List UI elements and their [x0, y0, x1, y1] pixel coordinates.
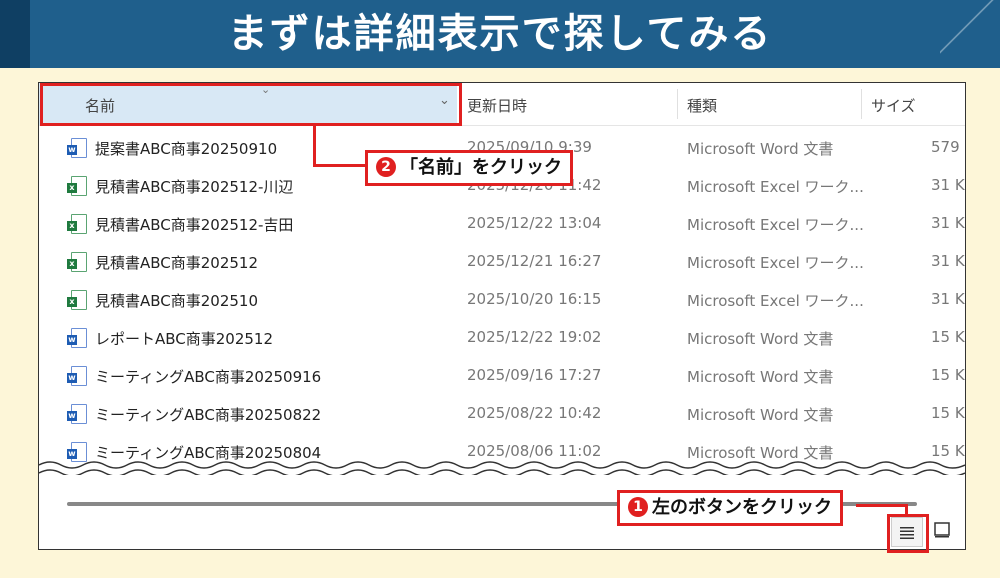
- file-type: Microsoft Word 文書: [687, 368, 834, 386]
- file-name: 見積書ABC商事202510: [95, 292, 259, 310]
- file-size: 31 K: [931, 176, 965, 194]
- step-number-badge: 1: [628, 497, 648, 517]
- file-date: 2025/09/16 17:27: [467, 366, 602, 384]
- file-name: 見積書ABC商事202512-川辺: [95, 178, 294, 196]
- excel-icon: x: [67, 176, 87, 196]
- file-type: Microsoft Excel ワーク...: [687, 178, 864, 196]
- file-size: 579 K: [931, 138, 965, 156]
- file-size: 31 K: [931, 290, 965, 308]
- column-header-type[interactable]: 種類: [687, 95, 717, 116]
- file-date: 2025/08/06 11:02: [467, 442, 602, 460]
- excel-icon: x: [67, 290, 87, 310]
- file-type: Microsoft Word 文書: [687, 330, 834, 348]
- file-date: 2025/12/22 19:02: [467, 328, 602, 346]
- page-title: まずは詳細表示で探してみる: [227, 11, 773, 57]
- file-size: 31 K: [931, 252, 965, 270]
- file-name: 見積書ABC商事202512: [95, 254, 259, 272]
- file-size: 15 K: [931, 442, 965, 460]
- callout-text: 「名前」をクリック: [400, 157, 562, 178]
- callout-leader: [856, 504, 908, 507]
- file-row[interactable]: x 見積書ABC商事202510 2025/10/20 16:15 Microsoft…: [39, 281, 965, 319]
- file-name: 提案書ABC商事20250910: [95, 140, 278, 158]
- word-icon: w: [67, 328, 87, 348]
- file-type: Microsoft Word 文書: [687, 406, 834, 424]
- column-header-size[interactable]: サイズ: [871, 95, 916, 116]
- file-row[interactable]: w レポートABC商事202512 2025/12/22 19:02 Microsof…: [39, 319, 965, 357]
- word-icon: w: [67, 366, 87, 386]
- preview-view-button[interactable]: [931, 519, 955, 543]
- callout-step-2: 2 「名前」をクリック: [365, 150, 573, 186]
- callout-text: 左のボタンをクリック: [652, 497, 832, 518]
- column-divider[interactable]: [861, 89, 862, 119]
- file-name: ミーティングABC商事20250916: [95, 368, 322, 386]
- excel-icon: x: [67, 252, 87, 272]
- callout-leader: [313, 123, 316, 167]
- file-date: 2025/10/20 16:15: [467, 290, 602, 308]
- word-icon: w: [67, 138, 87, 158]
- column-header-date[interactable]: 更新日時: [467, 95, 527, 116]
- name-column-highlight: [40, 83, 462, 126]
- file-name: レポートABC商事202512: [95, 330, 274, 348]
- file-name: ミーティングABC商事20250822: [95, 406, 322, 424]
- file-type: Microsoft Excel ワーク...: [687, 216, 864, 234]
- title-banner: まずは詳細表示で探してみる: [0, 0, 1000, 68]
- file-size: 15 K: [931, 328, 965, 346]
- callout-leader: [313, 164, 367, 167]
- callout-step-1: 1 左のボタンをクリック: [617, 490, 843, 526]
- tiles-view-icon: [934, 522, 950, 538]
- file-row[interactable]: x 見積書ABC商事202512 2025/12/21 16:27 Microsoft…: [39, 243, 965, 281]
- file-size: 15 K: [931, 404, 965, 422]
- file-type: Microsoft Excel ワーク...: [687, 254, 864, 272]
- file-row[interactable]: w ミーティングABC商事20250916 2025/09/16 17:27 Micr…: [39, 357, 965, 395]
- file-size: 31 K: [931, 214, 965, 232]
- file-row[interactable]: x 見積書ABC商事202512-吉田 2025/12/22 13:04 Micros…: [39, 205, 965, 243]
- file-date: 2025/08/22 10:42: [467, 404, 602, 422]
- step-number-badge: 2: [376, 157, 396, 177]
- file-size: 15 K: [931, 366, 965, 384]
- file-date: 2025/12/21 16:27: [467, 252, 602, 270]
- file-date: 2025/12/22 13:04: [467, 214, 602, 232]
- file-type: Microsoft Excel ワーク...: [687, 292, 864, 310]
- file-name: 見積書ABC商事202512-吉田: [95, 216, 294, 234]
- excel-icon: x: [67, 214, 87, 234]
- word-icon: w: [67, 404, 87, 424]
- file-type: Microsoft Word 文書: [687, 140, 834, 158]
- details-view-highlight: [887, 514, 929, 553]
- column-divider[interactable]: [677, 89, 678, 119]
- file-row[interactable]: w ミーティングABC商事20250822 2025/08/22 10:42 Micr…: [39, 395, 965, 433]
